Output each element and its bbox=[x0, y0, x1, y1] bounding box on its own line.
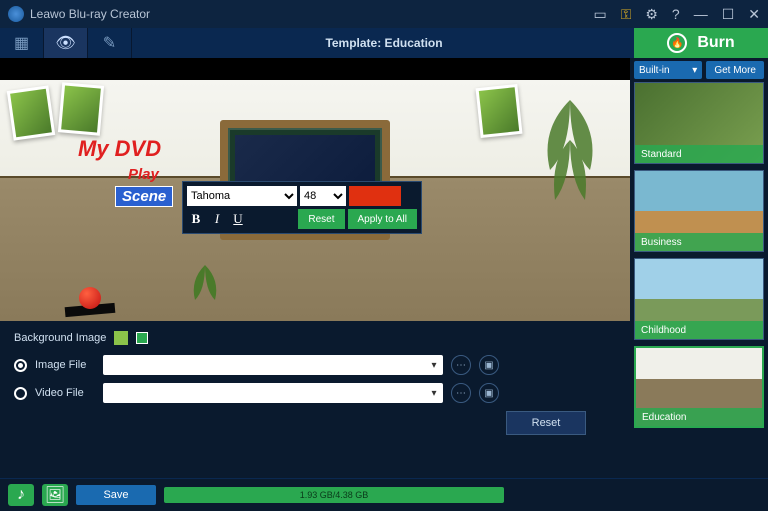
decoration-cap bbox=[65, 305, 115, 315]
template-item-education[interactable]: ✓Education bbox=[634, 346, 764, 428]
disc-space-text: 1.93 GB/4.38 GB bbox=[164, 487, 504, 503]
menu-preview: My DVD Play Scene Tahoma 48 B I U bbox=[0, 58, 630, 321]
image-file-label: Image File bbox=[35, 359, 95, 371]
text-reset-button[interactable]: Reset bbox=[298, 209, 344, 229]
browse-video-button[interactable]: ⋯ bbox=[451, 383, 471, 403]
video-file-radio[interactable] bbox=[14, 387, 27, 400]
template-item-standard[interactable]: Standard bbox=[634, 82, 764, 164]
menu-play-text[interactable]: Play bbox=[128, 166, 159, 183]
get-more-button[interactable]: Get More bbox=[706, 61, 764, 79]
font-size-select[interactable]: 48 bbox=[300, 186, 346, 206]
template-category-dropdown[interactable]: Built-in▾ bbox=[634, 61, 702, 79]
music-button[interactable]: ♪ bbox=[8, 484, 34, 506]
app-logo-icon bbox=[8, 6, 24, 22]
bg-section-label: Background Image bbox=[14, 332, 106, 344]
template-name: Template: Education bbox=[325, 36, 442, 50]
burn-button[interactable]: 🔥 Burn bbox=[634, 28, 768, 58]
tab-edit[interactable]: ✎ bbox=[88, 28, 132, 58]
key-icon[interactable]: ⚿ bbox=[621, 6, 632, 23]
main-toolbar: ▦ 👁 ✎ Template: Education 🔥 Burn bbox=[0, 28, 768, 58]
text-format-toolbar: Tahoma 48 B I U Reset Apply to All bbox=[182, 181, 422, 234]
save-button[interactable]: Save bbox=[76, 485, 156, 505]
preview-image-button[interactable]: ▣ bbox=[479, 355, 499, 375]
bg-reset-button[interactable]: Reset bbox=[506, 411, 586, 435]
burn-icon: 🔥 bbox=[667, 33, 687, 53]
font-color-picker[interactable] bbox=[349, 186, 401, 206]
image-file-radio[interactable] bbox=[14, 359, 27, 372]
tab-grid[interactable]: ▦ bbox=[0, 28, 44, 58]
browse-image-button[interactable]: ⋯ bbox=[451, 355, 471, 375]
background-controls: Background Image Image File ▾ ⋯ ▣ Video … bbox=[0, 321, 630, 478]
video-file-label: Video File bbox=[35, 387, 95, 399]
template-item-childhood[interactable]: Childhood bbox=[634, 258, 764, 340]
disc-space-bar: 1.93 GB/4.38 GB bbox=[164, 487, 504, 503]
font-family-select[interactable]: Tahoma bbox=[187, 186, 297, 206]
settings-icon[interactable]: ⚙ bbox=[645, 6, 658, 23]
tab-preview[interactable]: 👁 bbox=[44, 28, 88, 58]
close-icon[interactable]: ✕ bbox=[748, 6, 760, 23]
template-sidebar: Built-in▾ Get More ▶ Standard Business C… bbox=[630, 58, 768, 478]
bg-thumbnail-icon bbox=[114, 331, 128, 345]
title-bar: Leawo Blu-ray Creator ▭ ⚿ ⚙ ? — ☐ ✕ bbox=[0, 0, 768, 28]
help-icon[interactable]: ? bbox=[672, 6, 680, 22]
video-file-combo[interactable]: ▾ bbox=[103, 383, 443, 403]
italic-button[interactable]: I bbox=[208, 210, 226, 228]
minimize-icon[interactable]: — bbox=[694, 6, 708, 22]
footer-bar: ♪ 🖼 Save 1.93 GB/4.38 GB bbox=[0, 478, 768, 511]
maximize-icon[interactable]: ☐ bbox=[722, 6, 735, 23]
app-title: Leawo Blu-ray Creator bbox=[30, 7, 593, 21]
image-button[interactable]: 🖼 bbox=[42, 484, 68, 506]
apply-to-all-button[interactable]: Apply to All bbox=[348, 209, 417, 229]
template-item-business[interactable]: Business bbox=[634, 170, 764, 252]
bg-color-swatch[interactable] bbox=[136, 332, 148, 344]
underline-button[interactable]: U bbox=[229, 210, 247, 228]
image-file-combo[interactable]: ▾ bbox=[103, 355, 443, 375]
menu-scene-text[interactable]: Scene bbox=[115, 186, 173, 207]
feedback-icon[interactable]: ▭ bbox=[593, 6, 606, 23]
bold-button[interactable]: B bbox=[187, 210, 205, 228]
burn-label: Burn bbox=[697, 34, 734, 52]
preview-video-button[interactable]: ▣ bbox=[479, 383, 499, 403]
menu-title-text[interactable]: My DVD bbox=[78, 136, 161, 162]
